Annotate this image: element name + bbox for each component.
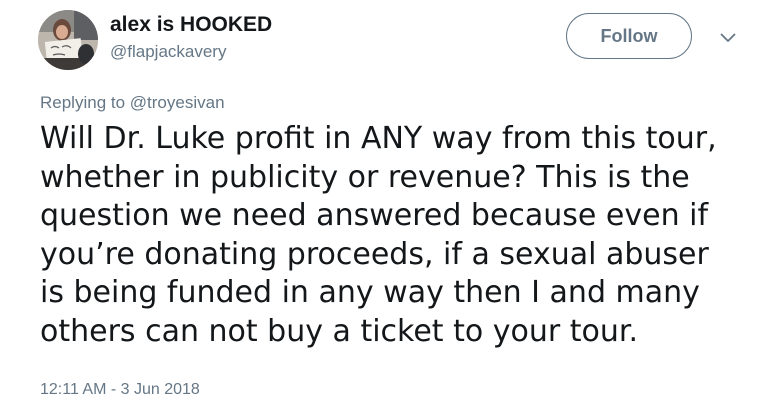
tweet-text: Will Dr. Luke profit in ANY way from thi… — [40, 120, 765, 351]
display-name[interactable]: alex is HOOKED — [110, 12, 272, 38]
tweet-text-line: you’re donating proceeds, if a sexual ab… — [40, 236, 709, 272]
tweet-text-line: others can not buy a ticket to your tour… — [40, 313, 638, 349]
reply-context: Replying to @troyesivan — [40, 92, 225, 114]
chevron-down-icon — [720, 33, 736, 42]
tweet-text-line: is being funded in any way then I and ma… — [40, 275, 700, 310]
reply-mention-link[interactable]: @troyesivan — [130, 93, 225, 112]
tweet-text-line: Will Dr. Luke profit in ANY way from thi… — [40, 121, 717, 156]
timestamp-link[interactable]: 12:11 AM - 3 Jun 2018 — [40, 380, 200, 400]
tweet-text-line: whether in publicity or revenue? This is… — [40, 159, 690, 195]
profile-photo — [38, 10, 98, 70]
reply-prefix: Replying to — [40, 93, 130, 112]
follow-button[interactable]: Follow — [566, 13, 692, 59]
more-options-button[interactable] — [714, 27, 742, 49]
tweet-card: alex is HOOKED @flapjackavery Follow Rep… — [0, 0, 775, 407]
username[interactable]: @flapjackavery — [110, 41, 226, 63]
tweet-text-line: question we need answered because even i… — [40, 198, 709, 233]
avatar[interactable] — [38, 10, 98, 70]
